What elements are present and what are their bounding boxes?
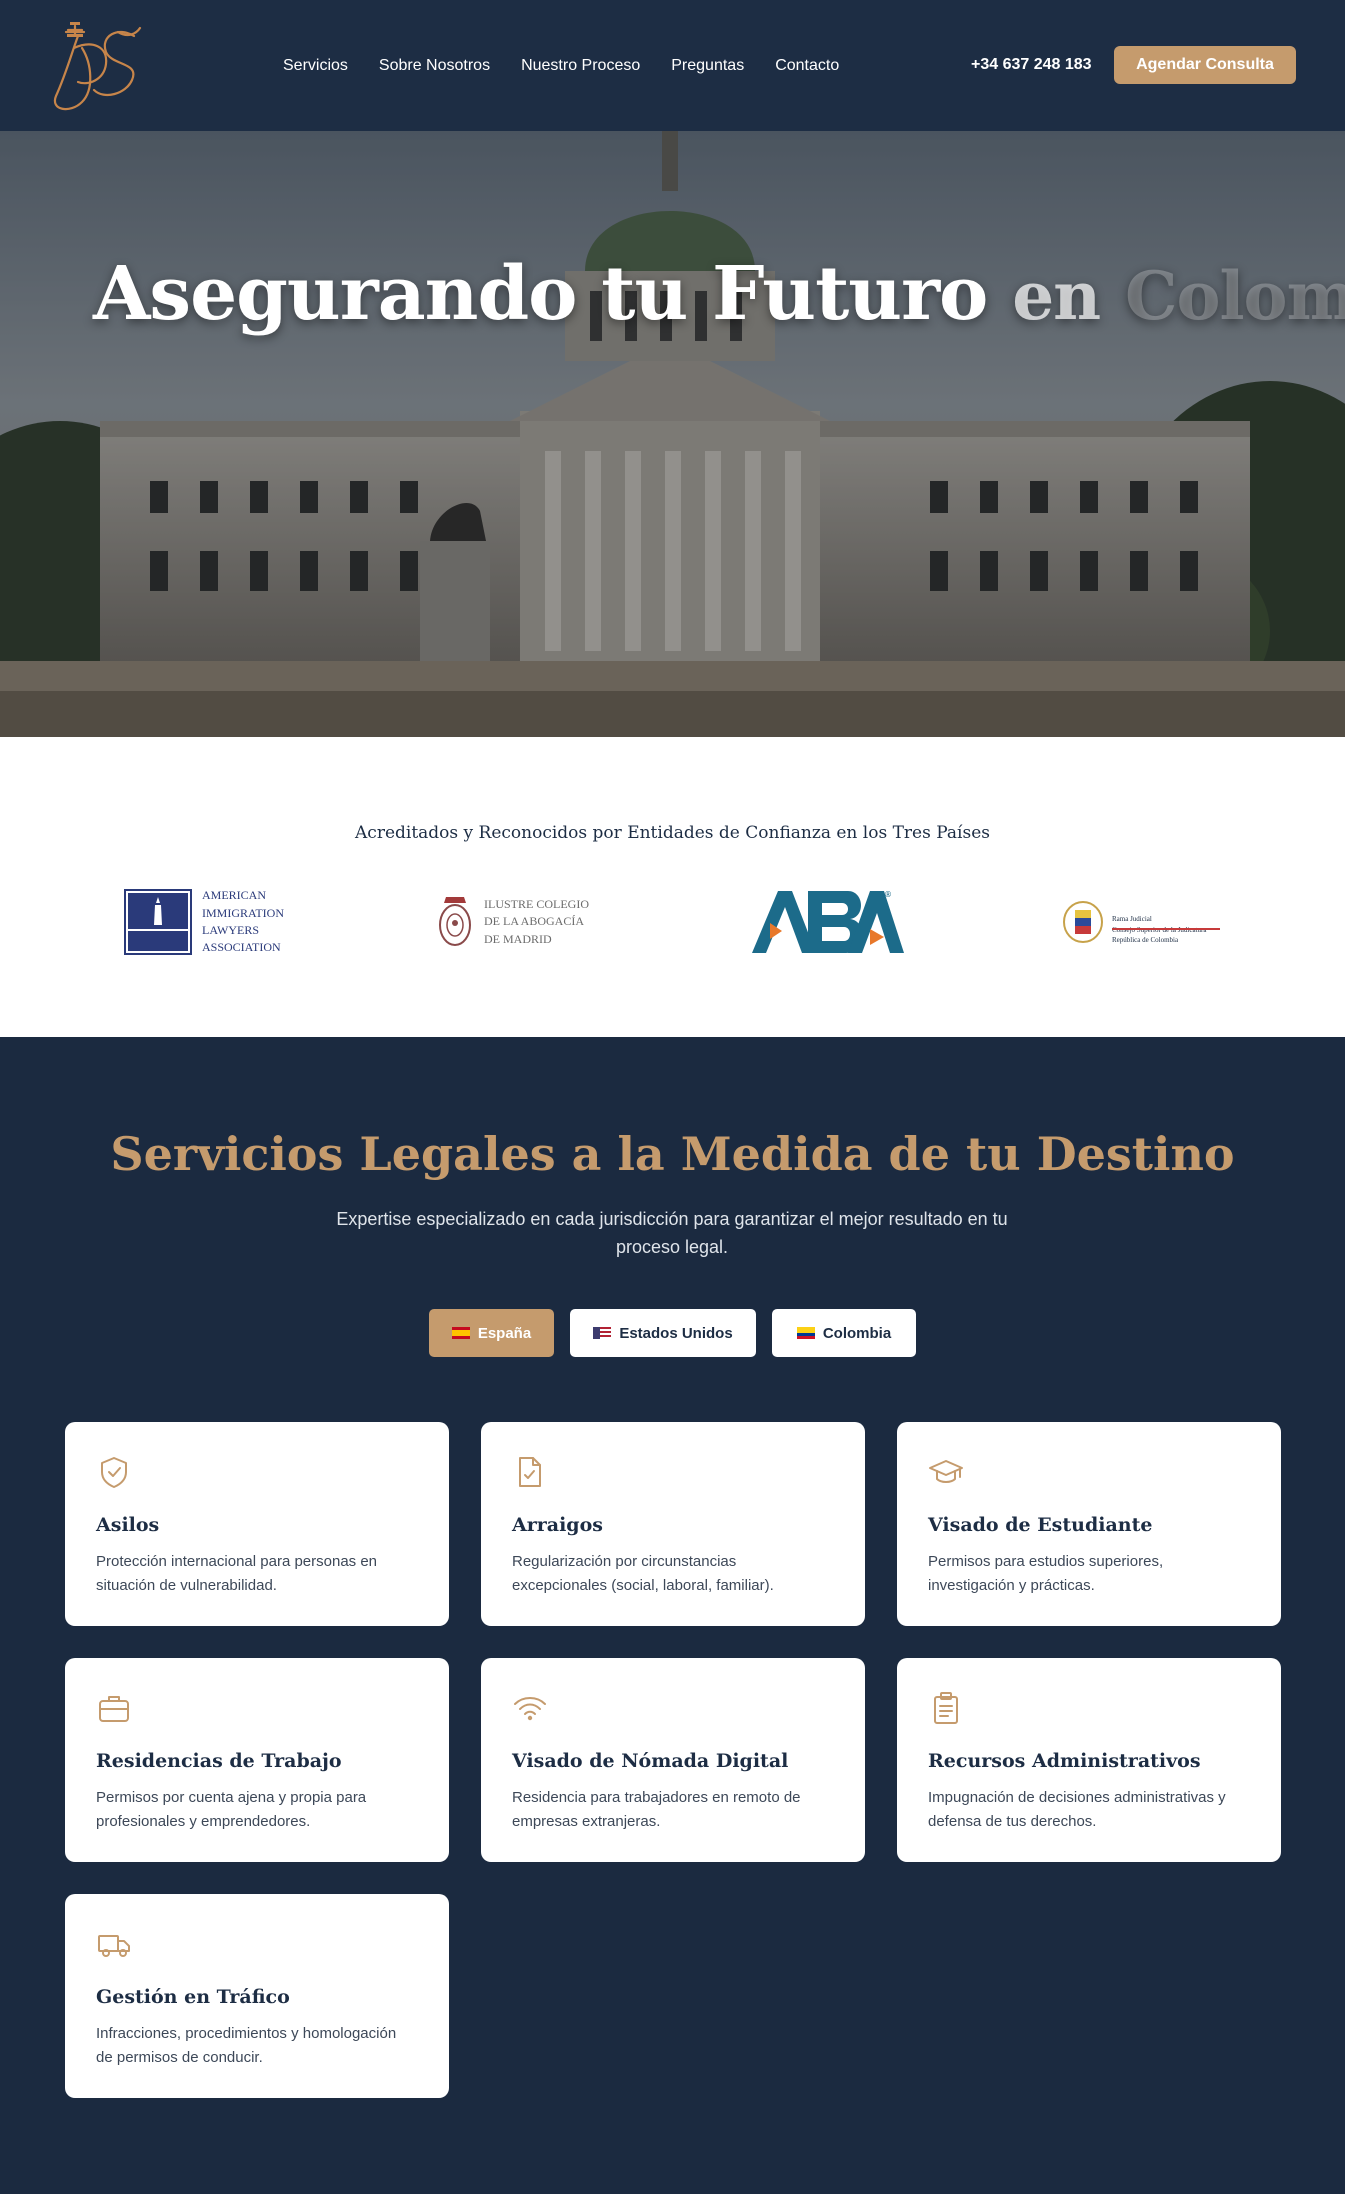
tab-colombia-label: Colombia (822, 1324, 892, 1342)
aila-emblem-icon (124, 889, 192, 955)
colombia-flag-icon (796, 1327, 815, 1339)
service-card-residencias-trabajo[interactable]: Residencias de Trabajo Permisos por cuen… (65, 1658, 449, 1862)
service-card-recursos-administrativos[interactable]: Recursos Administrativos Impugnación de … (897, 1658, 1281, 1862)
card-description: Infracciones, procedimientos y homologac… (96, 2025, 397, 2066)
svg-text:®: ® (884, 890, 892, 899)
card-title: Residencias de Trabajo (96, 1750, 342, 1772)
nav-link-servicios[interactable]: Servicios (283, 57, 348, 75)
main-nav: Servicios Sobre Nosotros Nuestro Proceso… (283, 0, 870, 131)
hero-background-image (0, 131, 1345, 737)
card-title: Visado de Nómada Digital (512, 1750, 789, 1772)
card-description: Regularización por circunstancias excepc… (512, 1553, 774, 1594)
nav-link-sobre-nosotros[interactable]: Sobre Nosotros (379, 57, 490, 75)
card-description: Protección internacional para personas e… (96, 1553, 378, 1594)
services-section: Servicios Legales a la Medida de tu Dest… (0, 1037, 1345, 2194)
tab-espana[interactable]: España (429, 1309, 554, 1357)
truck-icon (98, 1935, 130, 1957)
accreditation-section: Acreditados y Reconocidos por Entidades … (0, 737, 1345, 1037)
briefcase-icon (99, 1696, 129, 1722)
card-title: Arraigos (512, 1514, 603, 1536)
nav-link-preguntas[interactable]: Preguntas (671, 57, 744, 75)
icam-name: ILUSTRE COLEGIO DE LA ABOGACÍA DE MADRID (484, 896, 589, 946)
card-title: Recursos Administrativos (928, 1750, 1201, 1772)
site-header: Servicios Sobre Nosotros Nuestro Proceso… (0, 0, 1345, 131)
service-card-visado-estudiante[interactable]: Visado de Estudiante Permisos para estud… (897, 1422, 1281, 1626)
card-title: Asilos (96, 1514, 160, 1536)
service-card-arraigos[interactable]: Arraigos Regularización por circunstanci… (481, 1422, 865, 1626)
nav-link-nuestro-proceso[interactable]: Nuestro Proceso (521, 57, 640, 75)
usa-flag-icon (593, 1327, 612, 1339)
aba-logo-icon: ® (752, 890, 904, 953)
card-description: Impugnación de decisiones administrativa… (928, 1789, 1226, 1830)
card-description: Residencia para trabajadores en remoto d… (512, 1789, 801, 1830)
service-card-nomada-digital[interactable]: Visado de Nómada Digital Residencia para… (481, 1658, 865, 1862)
tab-estados-unidos[interactable]: Estados Unidos (570, 1309, 756, 1357)
icam-crest-icon (439, 897, 471, 946)
card-title: Visado de Estudiante (928, 1514, 1153, 1536)
card-description: Permisos por cuenta ajena y propia para … (96, 1789, 367, 1830)
phone-link[interactable]: +34 637 248 183 (971, 56, 1092, 74)
hero-title-rotating-word: Colombia (1124, 257, 1345, 335)
partner-logo-icam: ILUSTRE COLEGIO DE LA ABOGACÍA DE MADRID (436, 887, 589, 957)
document-check-icon (519, 1457, 541, 1487)
hero-section: Asegurando tu Futuro en Colombia (0, 131, 1345, 737)
hero-title: Asegurando tu Futuro en Colombia (93, 251, 1345, 337)
logo[interactable] (48, 12, 152, 118)
services-title: Servicios Legales a la Medida de tu Dest… (110, 1127, 1235, 1181)
graduation-cap-icon (929, 1460, 963, 1483)
shield-check-icon (101, 1457, 127, 1488)
spain-flag-icon (451, 1327, 470, 1339)
hero-title-connector: en (1012, 257, 1101, 335)
clipboard-icon (934, 1692, 958, 1724)
hero-title-main: Asegurando tu Futuro (93, 251, 988, 337)
schedule-consultation-button[interactable]: Agendar Consulta (1114, 46, 1296, 84)
partner-logo-rama-judicial: Rama Judicial Consejo Superior de la Jud… (1062, 887, 1220, 957)
accreditation-title: Acreditados y Reconocidos por Entidades … (355, 823, 990, 843)
wifi-icon (514, 1697, 546, 1721)
tab-estados-unidos-label: Estados Unidos (619, 1324, 733, 1342)
tab-espana-label: España (477, 1324, 532, 1342)
card-title: Gestión en Tráfico (96, 1986, 290, 2008)
card-description: Permisos para estudios superiores, inves… (928, 1553, 1164, 1594)
aila-name: AMERICAN IMMIGRATION LAWYERS ASSOCIATION (202, 888, 284, 955)
services-subtitle: Expertise especializado en cada jurisdic… (336, 1209, 1008, 1257)
nav-link-contacto[interactable]: Contacto (775, 57, 839, 75)
tab-colombia[interactable]: Colombia (772, 1309, 916, 1357)
service-card-asilos[interactable]: Asilos Protección internacional para per… (65, 1422, 449, 1626)
rama-judicial-text: Rama Judicial Consejo Superior de la Jud… (1112, 914, 1220, 944)
rama-judicial-divider (1112, 927, 1220, 930)
partner-logo-aila: AMERICAN IMMIGRATION LAWYERS ASSOCIATION (124, 887, 284, 957)
rama-judicial-name: Rama Judicial Consejo Superior de la Jud… (1112, 915, 1207, 945)
service-card-gestion-trafico[interactable]: Gestión en Tráfico Infracciones, procedi… (65, 1894, 449, 2098)
colombia-coat-of-arms-icon (1063, 901, 1103, 943)
partner-logo-aba: ® (752, 887, 904, 957)
